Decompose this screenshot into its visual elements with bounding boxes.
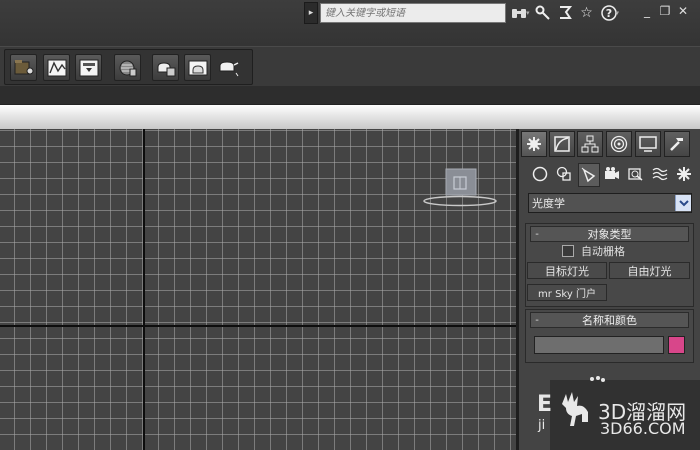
motion-tab-icon[interactable] (606, 131, 632, 157)
geometry-icon[interactable] (530, 163, 550, 185)
restore-icon[interactable]: ❐ (658, 4, 672, 18)
free-light-button[interactable]: 自由灯光 (609, 262, 690, 279)
display-tab-icon[interactable] (635, 131, 661, 157)
collapse-icon[interactable]: - (531, 229, 543, 240)
category-dropdown-value: 光度学 (532, 197, 565, 210)
hierarchy-tab-icon[interactable] (577, 131, 603, 157)
star-icon[interactable]: ☆ (578, 4, 596, 22)
category-dropdown[interactable]: 光度学 (528, 193, 692, 213)
utilities-tab-icon[interactable] (664, 131, 690, 157)
render-setup-icon[interactable] (152, 54, 179, 81)
infocenter-search: ▸ ▾ ☆ ? ▾ (304, 2, 619, 24)
object-color-swatch[interactable] (668, 336, 685, 354)
chevron-down-icon[interactable] (675, 195, 691, 211)
target-light-button[interactable]: 目标灯光 (527, 262, 607, 279)
search-dropdown-arrow-icon[interactable]: ▾ (526, 9, 530, 17)
systems-icon[interactable] (674, 163, 694, 185)
watermark-partial-text-2: ji (538, 418, 546, 433)
object-name-field[interactable] (534, 336, 664, 354)
help-dropdown-arrow-icon[interactable]: ▾ (616, 9, 620, 17)
space-warps-icon[interactable] (650, 163, 670, 185)
scene-explorer-icon[interactable] (10, 54, 37, 81)
viewport-axis-horizontal (0, 325, 516, 327)
communication-center-icon[interactable] (556, 4, 574, 22)
render-production-icon[interactable] (216, 54, 241, 79)
search-expand-arrow-icon[interactable]: ▸ (304, 2, 318, 24)
collapse-icon[interactable]: - (531, 315, 543, 326)
search-input[interactable] (320, 3, 506, 23)
minimize-icon[interactable]: _ (640, 4, 654, 18)
cameras-icon[interactable] (602, 163, 622, 185)
watermark-site-url: 3D66.COM (600, 419, 686, 438)
shapes-icon[interactable] (554, 163, 574, 185)
mr-sky-portal-button[interactable]: mr Sky 门户 (527, 284, 607, 301)
name-color-rollout-header[interactable]: - 名称和颜色 (530, 312, 689, 328)
modify-tab-icon[interactable] (549, 131, 575, 157)
helpers-icon[interactable] (626, 163, 646, 185)
material-editor-icon[interactable] (114, 54, 141, 81)
dope-sheet-icon[interactable] (75, 54, 102, 81)
curve-editor-icon[interactable] (43, 54, 70, 81)
key-icon[interactable] (534, 4, 552, 22)
lights-icon[interactable] (578, 163, 600, 187)
photometric-light-object[interactable] (422, 167, 498, 207)
window-controls: _ ❐ ✕ (640, 4, 690, 18)
watermark-partial-text: E (537, 392, 553, 417)
autogrid-label: 自动栅格 (581, 245, 625, 258)
rendered-frame-window-icon[interactable] (184, 54, 211, 81)
ribbon-panel (0, 105, 700, 129)
name-color-title: 名称和颜色 (582, 314, 637, 327)
object-type-title: 对象类型 (587, 228, 632, 241)
viewport-axis-vertical (143, 129, 145, 450)
autogrid-checkbox[interactable] (562, 245, 574, 257)
object-type-rollout-header[interactable]: - 对象类型 (530, 226, 689, 242)
create-tab-icon[interactable] (521, 131, 547, 157)
ribbon-bar (0, 86, 700, 105)
svg-text:?: ? (605, 7, 611, 20)
close-icon[interactable]: ✕ (676, 4, 690, 18)
